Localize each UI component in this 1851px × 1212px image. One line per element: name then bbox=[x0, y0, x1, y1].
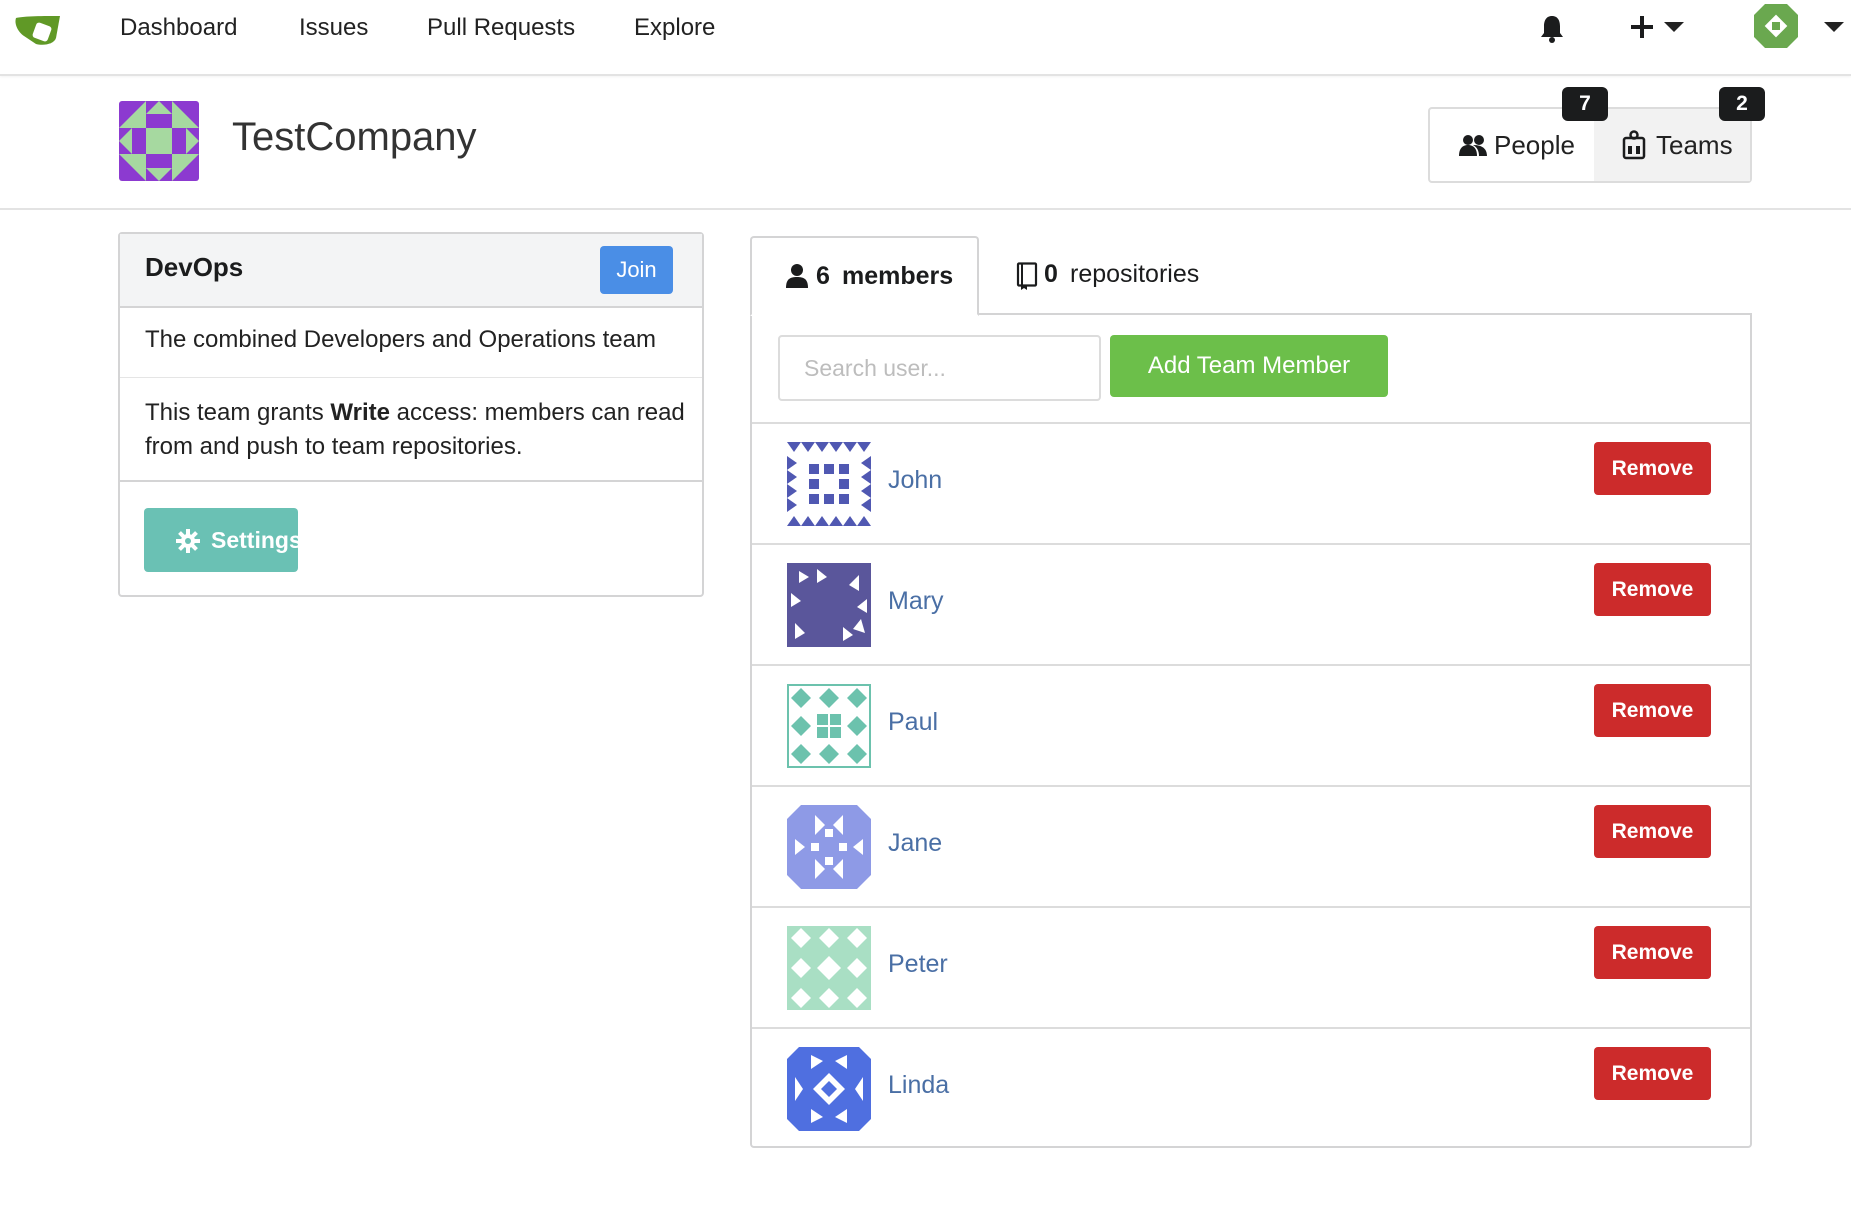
team-description: The combined Developers and Operations t… bbox=[145, 326, 656, 353]
remove-button[interactable]: Remove bbox=[1594, 442, 1711, 495]
team-card-header: DevOps Join bbox=[120, 234, 702, 308]
member-name[interactable]: John bbox=[888, 466, 942, 495]
join-button[interactable]: Join bbox=[600, 246, 673, 294]
book-icon bbox=[1016, 262, 1038, 290]
people-label: People bbox=[1494, 130, 1575, 160]
member-row: Jane Remove bbox=[752, 785, 1750, 906]
repos-count: 0 bbox=[1044, 260, 1058, 288]
user-avatar[interactable] bbox=[1754, 4, 1798, 48]
member-name[interactable]: Peter bbox=[888, 950, 948, 979]
access-level: Write bbox=[330, 399, 390, 426]
org-name: TestCompany bbox=[232, 115, 477, 159]
user-icon bbox=[786, 264, 808, 288]
member-row: Linda Remove bbox=[752, 1027, 1750, 1148]
search-user-input[interactable] bbox=[778, 335, 1101, 401]
nav-pull-requests[interactable]: Pull Requests bbox=[427, 10, 575, 46]
plus-icon[interactable] bbox=[1629, 14, 1655, 40]
member-avatar[interactable] bbox=[787, 805, 871, 889]
remove-button[interactable]: Remove bbox=[1594, 563, 1711, 616]
teams-count-badge: 2 bbox=[1719, 87, 1765, 121]
member-name[interactable]: Jane bbox=[888, 829, 942, 858]
repos-label: repositories bbox=[1070, 260, 1200, 288]
member-row: John Remove bbox=[752, 422, 1750, 543]
bell-icon[interactable] bbox=[1539, 14, 1565, 44]
settings-button[interactable]: Settings bbox=[144, 508, 302, 572]
nav-issues[interactable]: Issues bbox=[299, 10, 368, 46]
members-panel: Add Team Member John Remove bbox=[750, 313, 1752, 1148]
divider bbox=[120, 480, 702, 482]
members-label: members bbox=[842, 262, 954, 290]
gitea-logo-icon[interactable] bbox=[14, 10, 64, 50]
member-row: Peter Remove bbox=[752, 906, 1750, 1027]
org-avatar bbox=[119, 101, 199, 181]
remove-button[interactable]: Remove bbox=[1594, 805, 1711, 858]
settings-label: Settings bbox=[211, 527, 302, 553]
remove-button[interactable]: Remove bbox=[1594, 684, 1711, 737]
people-icon bbox=[1459, 135, 1487, 156]
member-row: Paul Remove bbox=[752, 664, 1750, 785]
member-name[interactable]: Linda bbox=[888, 1071, 949, 1100]
member-avatar[interactable] bbox=[787, 684, 871, 768]
add-team-member-button[interactable]: Add Team Member bbox=[1110, 335, 1388, 397]
org-header: TestCompany People Teams 7 2 bbox=[0, 77, 1851, 210]
gear-icon bbox=[176, 529, 200, 553]
remove-button[interactable]: Remove bbox=[1594, 926, 1711, 979]
nav-dashboard[interactable]: Dashboard bbox=[120, 10, 237, 46]
tab-members[interactable]: 6 members bbox=[750, 236, 979, 316]
member-name[interactable]: Mary bbox=[888, 587, 944, 616]
create-dropdown-caret-icon[interactable] bbox=[1664, 22, 1684, 32]
member-name[interactable]: Paul bbox=[888, 708, 938, 737]
top-navbar: Dashboard Issues Pull Requests Explore bbox=[0, 0, 1851, 76]
people-count-badge: 7 bbox=[1562, 87, 1608, 121]
divider bbox=[120, 377, 702, 378]
team-card: DevOps Join The combined Developers and … bbox=[118, 232, 704, 597]
nav-explore[interactable]: Explore bbox=[634, 10, 715, 46]
member-avatar[interactable] bbox=[787, 1047, 871, 1131]
user-menu-caret-icon[interactable] bbox=[1824, 22, 1844, 32]
member-row: Mary Remove bbox=[752, 543, 1750, 664]
member-avatar[interactable] bbox=[787, 563, 871, 647]
members-count: 6 bbox=[816, 262, 830, 290]
member-avatar[interactable] bbox=[787, 442, 871, 526]
tab-repositories[interactable]: 0 repositories bbox=[1000, 236, 1240, 316]
access-prefix: This team grants bbox=[145, 399, 331, 426]
teams-icon bbox=[1622, 130, 1646, 160]
team-name: DevOps bbox=[145, 252, 244, 282]
member-avatar[interactable] bbox=[787, 926, 871, 1010]
remove-button[interactable]: Remove bbox=[1594, 1047, 1711, 1100]
team-access-text: This team grants Write access: members c… bbox=[145, 396, 685, 464]
